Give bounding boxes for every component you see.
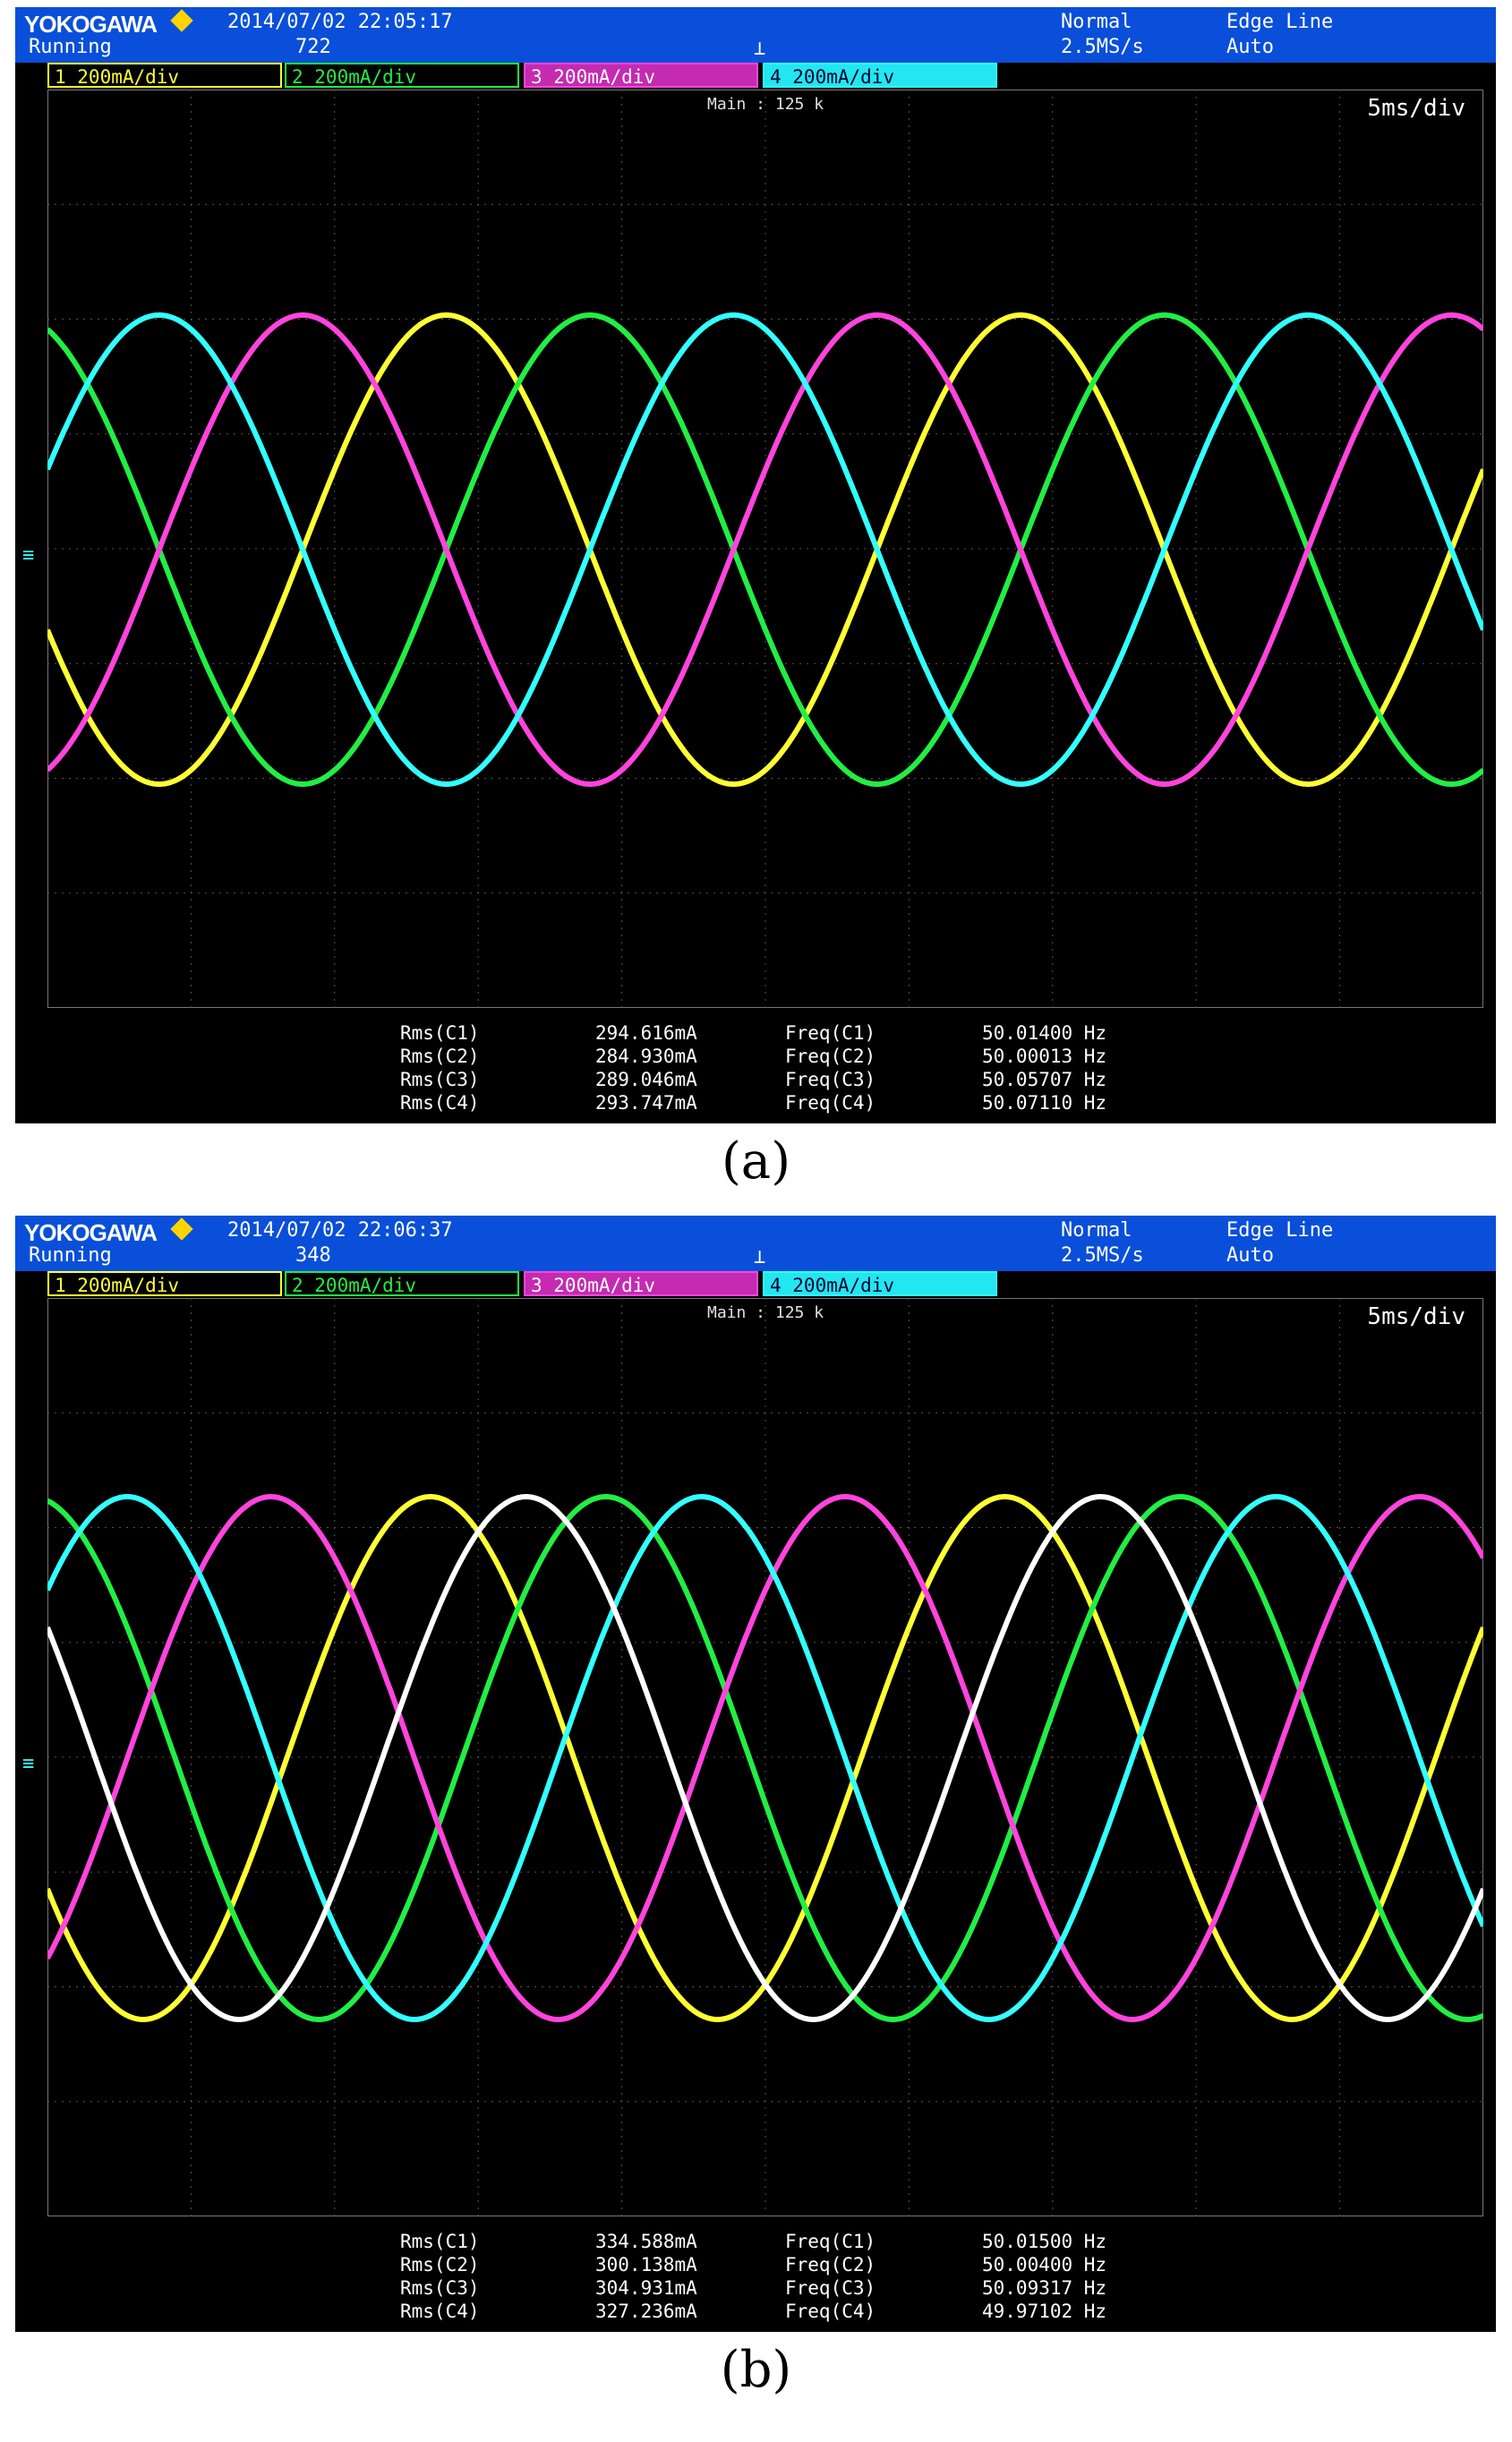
measurement-row: Rms(C2) 300.138mA Freq(C2) 50.00400 Hz [15,2253,1496,2276]
run-status: Running [29,1244,112,1267]
measurement-row: Rms(C4) 293.747mA Freq(C4) 50.07110 Hz [15,1091,1496,1114]
freq-label: Freq(C4) [785,1092,876,1114]
oscilloscope-screen-b: YOKOGAWA 2014/07/02 22:06:37 Running 348… [15,1216,1496,2332]
freq-label: Freq(C3) [785,1069,876,1090]
sample-rate: 2.5MS/s [1061,1244,1144,1267]
measurement-row: Rms(C2) 284.930mA Freq(C2) 50.00013 Hz [15,1045,1496,1068]
rms-label: Rms(C3) [400,2277,480,2299]
trigger-type: Edge Line [1226,11,1334,33]
run-status: Running [29,36,112,58]
channel-3-setting[interactable]: 3 200mA/div [524,63,758,88]
main-record-length: Main : 125 k [707,1303,824,1322]
channel-1-setting[interactable]: 1 200mA/div [47,63,282,88]
trigger-position-icon: ⊥ [754,1246,766,1268]
freq-value: 49.97102 Hz [982,2301,1107,2322]
measurement-readout: Rms(C1) 294.616mA Freq(C1) 50.01400 Hz R… [15,1014,1496,1123]
time-per-division: 5ms/div [1367,1303,1465,1330]
trigger-mode: Auto [1226,36,1274,58]
main-record-length: Main : 125 k [707,95,824,114]
datetime: 2014/07/02 22:05:17 [227,11,453,33]
freq-value: 50.00013 Hz [982,1046,1107,1067]
ground-marker-icon: ≡ [22,1753,35,1775]
acq-mode: Normal [1061,1219,1132,1242]
acquisition-count: 722 [295,36,331,58]
channel-4-setting[interactable]: 4 200mA/div [763,1271,997,1296]
freq-label: Freq(C3) [785,2277,876,2299]
rms-value: 294.616mA [595,1022,697,1044]
freq-label: Freq(C1) [785,2231,876,2252]
freq-value: 50.01400 Hz [982,1022,1107,1044]
rms-value: 293.747mA [595,1092,697,1114]
ground-marker-icon: ≡ [22,544,35,567]
rms-value: 300.138mA [595,2254,697,2276]
caption-a: (a) [721,1132,791,1191]
diamond-icon [170,9,193,32]
status-header: YOKOGAWA 2014/07/02 22:05:17 Running 722… [15,7,1496,63]
freq-value: 50.01500 Hz [982,2231,1107,2252]
freq-label: Freq(C2) [785,1046,876,1067]
status-header: YOKOGAWA 2014/07/02 22:06:37 Running 348… [15,1216,1496,1271]
caption-b: (b) [720,2341,792,2399]
sample-rate: 2.5MS/s [1061,36,1144,58]
rms-label: Rms(C2) [400,1046,480,1067]
waveform-display [47,90,1483,1008]
rms-label: Rms(C4) [400,1092,480,1114]
measurement-row: Rms(C3) 289.046mA Freq(C3) 50.05707 Hz [15,1068,1496,1091]
measurement-row: Rms(C4) 327.236mA Freq(C4) 49.97102 Hz [15,2300,1496,2323]
brand-logo: YOKOGAWA [24,11,158,38]
rms-value: 334.588mA [595,2231,697,2252]
trigger-position-icon: ⊥ [754,38,766,60]
freq-label: Freq(C1) [785,1022,876,1044]
measurement-row: Rms(C3) 304.931mA Freq(C3) 50.09317 Hz [15,2276,1496,2300]
measurement-row: Rms(C1) 294.616mA Freq(C1) 50.01400 Hz [15,1021,1496,1045]
channel-2-setting[interactable]: 2 200mA/div [285,63,519,88]
rms-value: 284.930mA [595,1046,697,1067]
freq-value: 50.00400 Hz [982,2254,1107,2276]
oscilloscope-screen-a: YOKOGAWA 2014/07/02 22:05:17 Running 722… [15,7,1496,1123]
channel-4-setting[interactable]: 4 200mA/div [763,63,997,88]
measurement-readout: Rms(C1) 334.588mA Freq(C1) 50.01500 Hz R… [15,2223,1496,2332]
waveform-display [47,1298,1483,2216]
rms-value: 289.046mA [595,1069,697,1090]
rms-value: 304.931mA [595,2277,697,2299]
rms-value: 327.236mA [595,2301,697,2322]
freq-label: Freq(C2) [785,2254,876,2276]
rms-label: Rms(C1) [400,1022,480,1044]
time-per-division: 5ms/div [1367,95,1465,122]
rms-label: Rms(C3) [400,1069,480,1090]
rms-label: Rms(C2) [400,2254,480,2276]
measurement-row: Rms(C1) 334.588mA Freq(C1) 50.01500 Hz [15,2230,1496,2253]
freq-value: 50.09317 Hz [982,2277,1107,2299]
acquisition-count: 348 [295,1244,331,1267]
rms-label: Rms(C1) [400,2231,480,2252]
rms-label: Rms(C4) [400,2301,480,2322]
diamond-icon [170,1217,193,1241]
datetime: 2014/07/02 22:06:37 [227,1219,453,1242]
channel-2-setting[interactable]: 2 200mA/div [285,1271,519,1296]
freq-label: Freq(C4) [785,2301,876,2322]
brand-logo: YOKOGAWA [24,1219,158,1246]
freq-value: 50.05707 Hz [982,1069,1107,1090]
channel-1-setting[interactable]: 1 200mA/div [47,1271,282,1296]
trigger-type: Edge Line [1226,1219,1334,1242]
acq-mode: Normal [1061,11,1132,33]
trigger-mode: Auto [1226,1244,1274,1267]
freq-value: 50.07110 Hz [982,1092,1107,1114]
channel-3-setting[interactable]: 3 200mA/div [524,1271,758,1296]
